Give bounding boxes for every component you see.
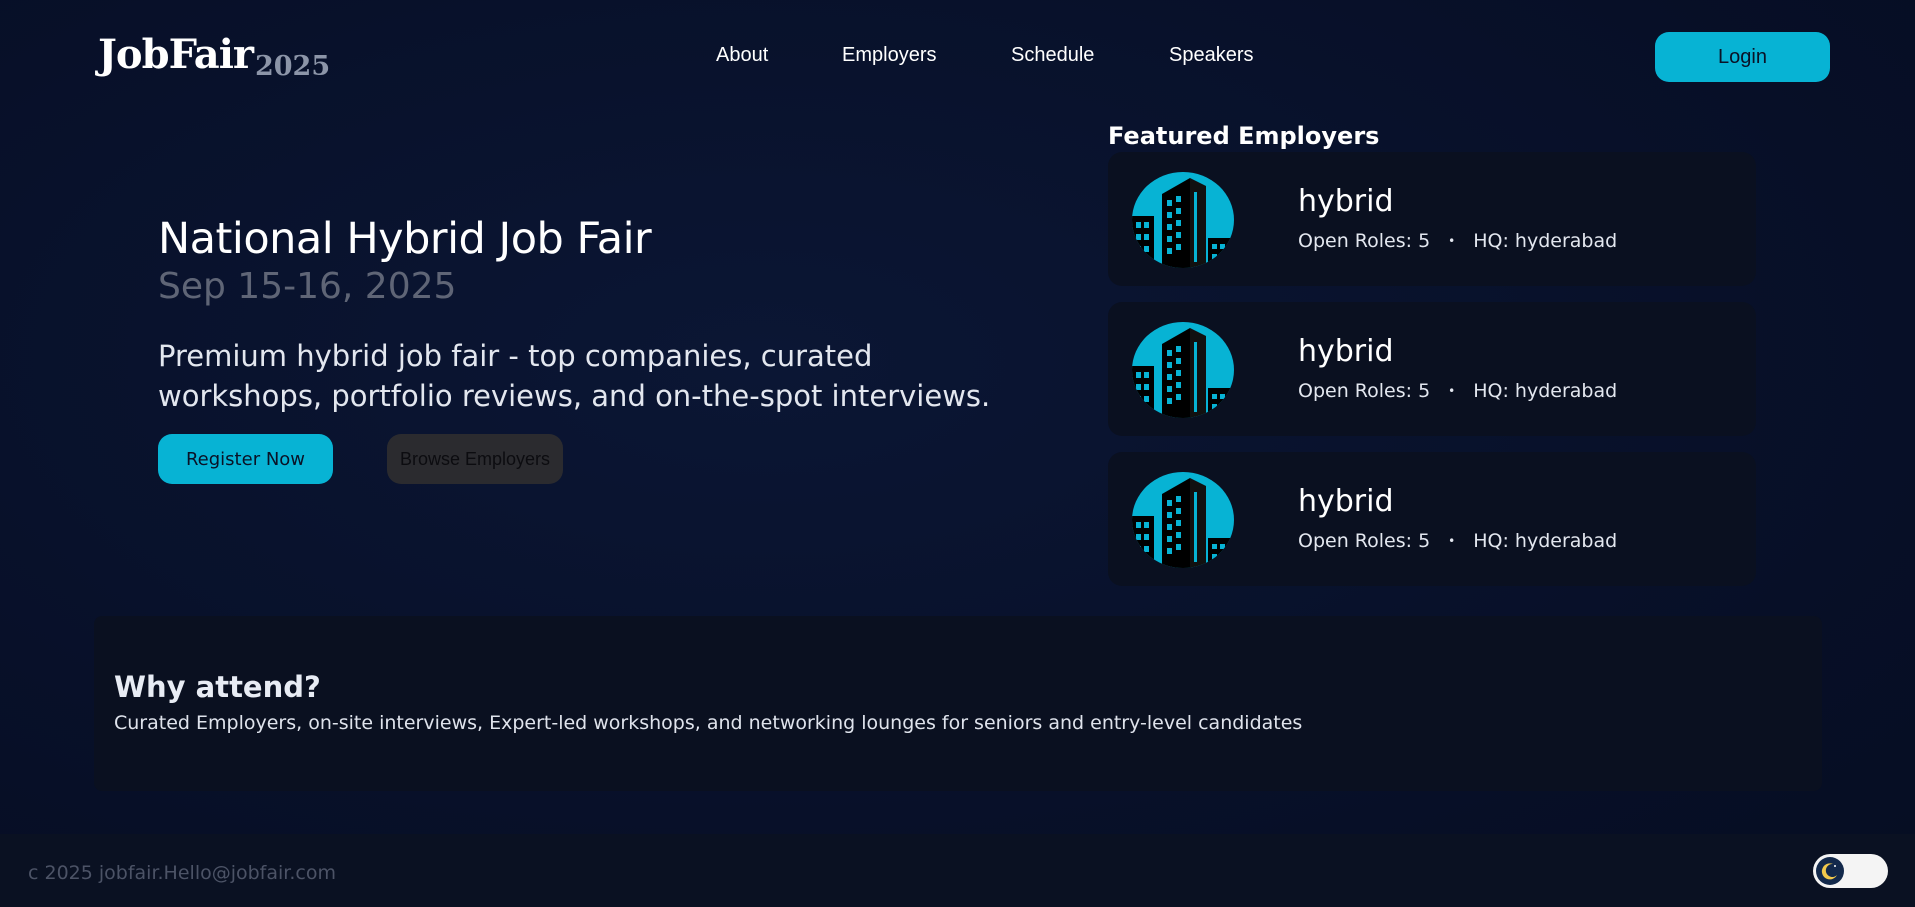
featured-employers-title: Featured Employers	[1108, 122, 1380, 150]
why-attend-section: Why attend? Curated Employers, on-site i…	[94, 616, 1822, 791]
employer-name: hybrid	[1298, 184, 1394, 219]
building-icon	[1132, 472, 1234, 568]
meta-separator: •	[1448, 384, 1456, 398]
employer-name: hybrid	[1298, 484, 1394, 519]
nav-link-employers[interactable]: Employers	[842, 44, 936, 67]
meta-separator: •	[1448, 534, 1456, 548]
register-now-button[interactable]: Register Now	[158, 434, 333, 484]
employer-open-roles: Open Roles: 5	[1298, 380, 1431, 402]
why-attend-title: Why attend?	[114, 670, 321, 704]
employer-card[interactable]: hybrid Open Roles: 5 • HQ: hyderabad	[1108, 152, 1756, 286]
meta-separator: •	[1448, 234, 1456, 248]
employer-hq: HQ: hyderabad	[1473, 230, 1618, 252]
nav-link-about[interactable]: About	[716, 44, 768, 67]
footer: c 2025 jobfair.Hello@jobfair.com	[0, 834, 1915, 907]
footer-copyright: c 2025 jobfair.Hello@jobfair.com	[28, 862, 336, 884]
login-button[interactable]: Login	[1655, 32, 1830, 82]
employer-hq: HQ: hyderabad	[1473, 530, 1618, 552]
employer-card[interactable]: hybrid Open Roles: 5 • HQ: hyderabad	[1108, 452, 1756, 586]
employer-open-roles: Open Roles: 5	[1298, 530, 1431, 552]
building-icon	[1132, 322, 1234, 418]
theme-toggle[interactable]	[1813, 854, 1888, 888]
nav-link-speakers[interactable]: Speakers	[1169, 44, 1254, 67]
employer-open-roles: Open Roles: 5	[1298, 230, 1431, 252]
building-icon	[1132, 172, 1234, 268]
employer-meta: Open Roles: 5 • HQ: hyderabad	[1298, 530, 1617, 552]
hero-title: National Hybrid Job Fair	[158, 214, 652, 264]
employer-meta: Open Roles: 5 • HQ: hyderabad	[1298, 380, 1617, 402]
browse-employers-button[interactable]: Browse Employers	[387, 434, 563, 484]
employer-card[interactable]: hybrid Open Roles: 5 • HQ: hyderabad	[1108, 302, 1756, 436]
hero-date: Sep 15-16, 2025	[158, 266, 457, 307]
moon-icon	[1816, 857, 1844, 885]
employer-hq: HQ: hyderabad	[1473, 380, 1618, 402]
employer-meta: Open Roles: 5 • HQ: hyderabad	[1298, 230, 1617, 252]
why-attend-text: Curated Employers, on-site interviews, E…	[114, 712, 1303, 734]
nav-links: About Employers Schedule Speakers	[0, 44, 1915, 70]
nav-link-schedule[interactable]: Schedule	[1011, 44, 1094, 67]
hero-description: Premium hybrid job fair - top companies,…	[158, 339, 991, 413]
employer-name: hybrid	[1298, 334, 1394, 369]
top-navbar: JobFair 2025 About Employers Schedule Sp…	[0, 0, 1915, 115]
